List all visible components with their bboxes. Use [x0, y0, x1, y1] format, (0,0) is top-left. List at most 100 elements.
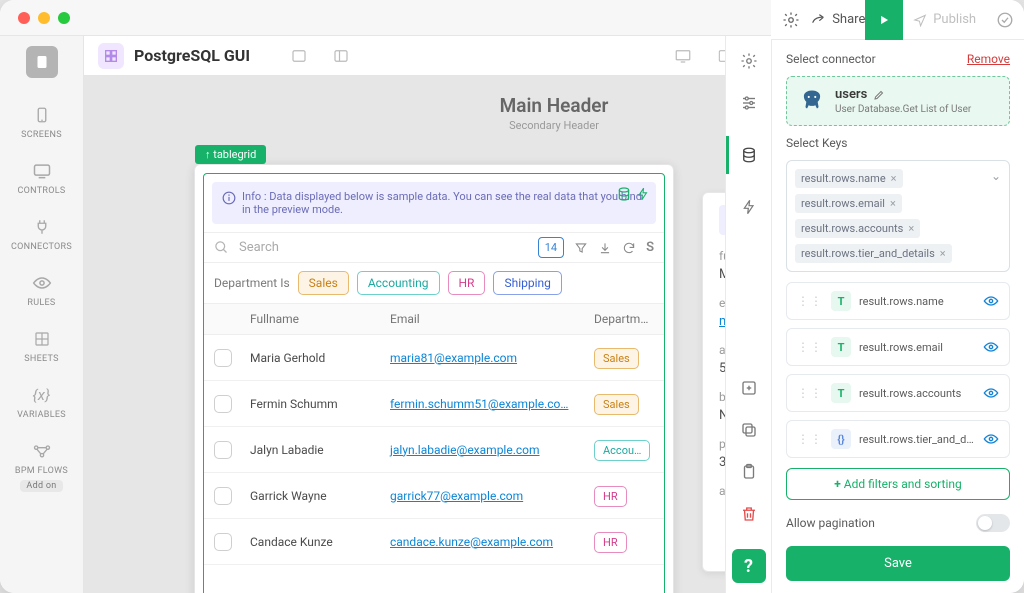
table-row[interactable]: Garrick Waynegarrick77@example.comHR [204, 473, 664, 519]
table-row[interactable]: Maria Gerholdmaria81@example.comSales [204, 335, 664, 381]
refresh-icon[interactable] [622, 241, 636, 255]
plug-icon [0, 216, 83, 238]
col-email[interactable]: Email [382, 304, 594, 334]
key-token[interactable]: result.rows.tier_and_details× [795, 244, 952, 263]
clipboard-icon[interactable] [740, 463, 758, 481]
db-icon[interactable] [616, 186, 632, 202]
key-item[interactable]: ⋮⋮Tresult.rows.name [786, 282, 1010, 320]
key-item[interactable]: ⋮⋮Tresult.rows.email [786, 328, 1010, 366]
remove-link[interactable]: Remove [967, 52, 1010, 66]
pagination-toggle[interactable] [976, 514, 1010, 532]
add-filters-button[interactable]: + Add filters and sorting [786, 468, 1010, 500]
nav-sheets[interactable]: SHEETS [0, 320, 83, 376]
pencil-icon[interactable] [873, 89, 885, 101]
layout-1-icon[interactable] [290, 47, 308, 65]
key-item[interactable]: ⋮⋮{}result.rows.tier_and_detai… [786, 420, 1010, 458]
cell-email[interactable]: fermin.schumm51@example.co… [390, 397, 568, 411]
key-token[interactable]: result.rows.name× [795, 169, 903, 188]
search-input[interactable]: Search [214, 240, 528, 255]
gear-icon[interactable] [740, 52, 758, 70]
check-button[interactable] [987, 11, 1024, 29]
grip-icon[interactable]: ⋮⋮ [797, 386, 823, 400]
app-logo[interactable] [26, 46, 58, 78]
token-remove-icon[interactable]: × [890, 197, 896, 210]
row-checkbox[interactable] [214, 441, 232, 459]
filter-chip[interactable]: Sales [298, 271, 349, 295]
row-checkbox[interactable] [214, 533, 232, 551]
sort-letter[interactable]: S [646, 240, 654, 255]
token-remove-icon[interactable]: × [908, 222, 914, 235]
lightning-icon[interactable] [636, 186, 650, 202]
key-token[interactable]: result.rows.accounts× [795, 219, 920, 238]
grip-icon[interactable]: ⋮⋮ [797, 432, 823, 446]
cell-dept: HR [594, 486, 627, 507]
row-checkbox[interactable] [214, 349, 232, 367]
help-button[interactable]: ? [732, 549, 766, 583]
copy-icon[interactable] [740, 421, 758, 439]
settings-button[interactable] [771, 11, 810, 29]
trash-icon[interactable] [740, 505, 758, 523]
cell-email[interactable]: garrick77@example.com [390, 489, 523, 503]
col-department[interactable]: Departm… [594, 304, 664, 334]
cell-fullname: Fermin Schumm [242, 397, 382, 411]
sliders-icon[interactable] [740, 94, 758, 112]
row-checkbox[interactable] [214, 395, 232, 413]
flow-icon [0, 440, 83, 462]
publish-button[interactable]: Publish [903, 12, 987, 27]
key-token[interactable]: result.rows.email× [795, 194, 902, 213]
app-icon[interactable] [98, 43, 124, 69]
nav-bpm-flows[interactable]: BPM FLOWS Add on [0, 432, 83, 504]
filter-chip[interactable]: Accounting [357, 271, 440, 295]
token-remove-icon[interactable]: × [891, 172, 897, 185]
layout-2-icon[interactable] [332, 47, 350, 65]
download-icon[interactable] [598, 241, 612, 255]
table-row[interactable]: Jalyn Labadiejalyn.labadie@example.comAc… [204, 427, 664, 473]
top-tools: Share Publish [771, 0, 1024, 40]
window-min-dot[interactable] [38, 12, 50, 24]
selected-connector[interactable]: users User Database.Get List of User [786, 76, 1010, 126]
nav-controls[interactable]: CONTROLS [0, 152, 83, 208]
plane-icon [913, 13, 927, 27]
filter-icon[interactable] [574, 241, 588, 255]
count-badge[interactable]: 14 [538, 237, 564, 258]
key-item[interactable]: ⋮⋮Tresult.rows.accounts [786, 374, 1010, 412]
window-close-dot[interactable] [18, 12, 30, 24]
chevron-down-icon[interactable]: ⌄ [991, 169, 1001, 183]
save-button[interactable]: Save [786, 546, 1010, 581]
table-row[interactable]: Candace Kunzecandace.kunze@example.comHR [204, 519, 664, 565]
share-button[interactable]: Share [810, 12, 865, 27]
eye-icon[interactable] [983, 433, 999, 445]
cell-email[interactable]: maria81@example.com [390, 351, 517, 365]
col-fullname[interactable]: Fullname [242, 304, 382, 334]
nav-screens[interactable]: SCREENS [0, 96, 83, 152]
eye-icon[interactable] [983, 387, 999, 399]
cell-dept: Accou… [594, 440, 650, 461]
addon-badge: Add on [20, 480, 62, 492]
filter-chip[interactable]: Shipping [493, 271, 561, 295]
play-button[interactable] [865, 0, 902, 40]
row-checkbox[interactable] [214, 487, 232, 505]
filter-chip[interactable]: HR [448, 271, 486, 295]
eye-icon[interactable] [983, 295, 999, 307]
cell-email[interactable]: jalyn.labadie@example.com [390, 443, 540, 457]
key-type-badge: T [831, 383, 851, 403]
grip-icon[interactable]: ⋮⋮ [797, 340, 823, 354]
tablegrid-tag[interactable]: ↑ tablegrid [195, 145, 266, 164]
select-keys-label: Select Keys [786, 136, 1010, 150]
nav-rules[interactable]: RULES [0, 264, 83, 320]
window-max-dot[interactable] [58, 12, 70, 24]
lightning-tab[interactable] [741, 198, 757, 216]
grip-icon[interactable]: ⋮⋮ [797, 294, 823, 308]
token-remove-icon[interactable]: × [940, 247, 946, 260]
nav-connectors[interactable]: CONNECTORS [0, 208, 83, 264]
cell-email[interactable]: candace.kunze@example.com [390, 535, 553, 549]
select-keys-box[interactable]: ⌄ result.rows.name× result.rows.email× res… [786, 160, 1010, 272]
nav-variables[interactable]: {x} VARIABLES [0, 376, 83, 432]
device-desktop-icon[interactable] [674, 48, 692, 64]
monitor-icon [0, 160, 83, 182]
table-row[interactable]: Fermin Schumm fermin.schumm51@example.co…… [204, 381, 664, 427]
add-panel-icon[interactable] [740, 379, 758, 397]
eye-icon[interactable] [983, 341, 999, 353]
inspector-icon-col: ? [725, 36, 771, 593]
db-tab[interactable] [726, 136, 771, 174]
